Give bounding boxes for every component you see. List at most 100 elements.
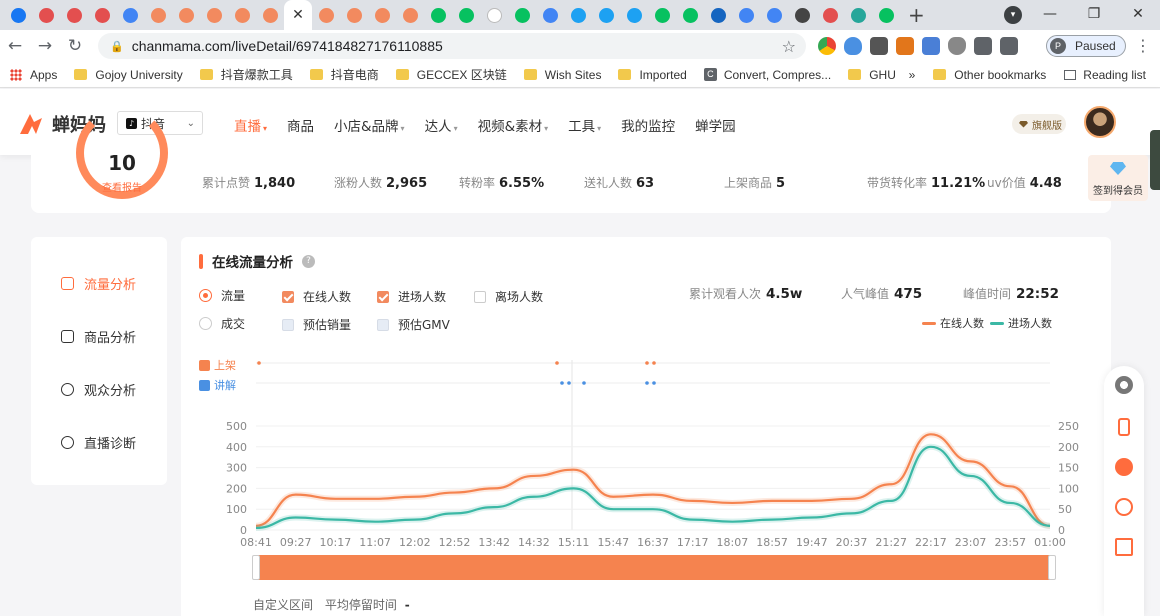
browser-tab[interactable] bbox=[564, 1, 592, 29]
forward-icon[interactable]: → bbox=[30, 36, 60, 56]
browser-tab[interactable] bbox=[340, 1, 368, 29]
browser-tab[interactable] bbox=[508, 1, 536, 29]
reading-list[interactable]: Reading list bbox=[1064, 68, 1146, 82]
browser-tab[interactable] bbox=[620, 1, 648, 29]
legend-entering[interactable]: 进场人数 bbox=[1008, 315, 1052, 331]
other-bookmarks[interactable]: Other bookmarks bbox=[933, 68, 1046, 82]
browser-tab[interactable] bbox=[256, 1, 284, 29]
browser-tab[interactable] bbox=[760, 1, 788, 29]
extensions-puzzle-icon[interactable] bbox=[974, 37, 992, 55]
browser-tab[interactable] bbox=[872, 1, 900, 29]
time-range-slider[interactable] bbox=[256, 555, 1052, 580]
vip-badge[interactable]: 旗舰版 bbox=[1012, 114, 1066, 134]
bookmark-star-icon[interactable]: ☆ bbox=[782, 37, 796, 56]
score-badge[interactable]: 10 查看报告 bbox=[76, 107, 168, 199]
custom-range-label[interactable]: 自定义区间 bbox=[253, 598, 313, 612]
support-icon[interactable] bbox=[1115, 498, 1133, 516]
minimize-icon[interactable]: — bbox=[1028, 0, 1072, 30]
range-handle-left[interactable] bbox=[252, 555, 260, 580]
nav-item[interactable]: 直播 ▾ bbox=[234, 115, 267, 135]
cloud-ext-icon[interactable] bbox=[844, 37, 862, 55]
help-icon[interactable]: ? bbox=[302, 254, 315, 268]
playlist-icon[interactable] bbox=[1000, 37, 1018, 55]
browser-tab[interactable] bbox=[32, 1, 60, 29]
legend-online[interactable]: 在线人数 bbox=[940, 315, 984, 331]
bookmark-item[interactable]: 抖音爆款工具 bbox=[199, 66, 293, 83]
browser-menu-icon[interactable]: ⋮ bbox=[1135, 36, 1151, 55]
browser-tab[interactable] bbox=[88, 1, 116, 29]
bookmark-item[interactable]: 抖音电商 bbox=[309, 66, 379, 83]
sidebar-item[interactable]: 流量分析 bbox=[61, 274, 136, 293]
close-window-icon[interactable]: ✕ bbox=[1116, 0, 1160, 30]
browser-tab[interactable] bbox=[816, 1, 844, 29]
bookmark-item[interactable]: Apps bbox=[10, 68, 57, 82]
reload-icon[interactable]: ↻ bbox=[60, 36, 90, 56]
metamask-icon[interactable] bbox=[896, 37, 914, 55]
nav-item[interactable]: 蝉学园 bbox=[695, 115, 736, 135]
bookmark-item[interactable]: Gojoy University bbox=[74, 68, 183, 82]
browser-tab[interactable] bbox=[480, 1, 508, 29]
nav-item[interactable]: 商品 bbox=[287, 115, 314, 135]
browser-tab[interactable] bbox=[228, 1, 256, 29]
sidebar-item[interactable]: 商品分析 bbox=[61, 327, 136, 346]
browser-tab[interactable] bbox=[648, 1, 676, 29]
bookmark-item[interactable]: Wish Sites bbox=[523, 68, 601, 82]
sidebar-item[interactable]: 观众分析 bbox=[61, 380, 136, 399]
shield-icon[interactable] bbox=[948, 37, 966, 55]
browser-tab[interactable] bbox=[116, 1, 144, 29]
back-icon[interactable]: ← bbox=[0, 36, 30, 56]
browser-tab[interactable] bbox=[312, 1, 340, 29]
restore-icon[interactable]: ❐ bbox=[1072, 0, 1116, 30]
browser-tab[interactable] bbox=[536, 1, 564, 29]
browser-tab[interactable] bbox=[144, 1, 172, 29]
omnibox[interactable]: 🔒 chanmama.com/liveDetail/69741848271761… bbox=[98, 33, 806, 59]
bookmarks-more[interactable]: » bbox=[909, 68, 916, 82]
bird-ext-icon[interactable] bbox=[870, 37, 888, 55]
bookmark-item[interactable]: GECCEX 区块链 bbox=[395, 66, 507, 83]
new-tab-icon[interactable]: + bbox=[908, 3, 925, 27]
browser-tab[interactable] bbox=[704, 1, 732, 29]
nav-item[interactable]: 视频&素材 ▾ bbox=[478, 115, 549, 135]
browser-tab[interactable] bbox=[424, 1, 452, 29]
nav-item[interactable]: 小店&品牌 ▾ bbox=[334, 115, 405, 135]
browser-tab[interactable] bbox=[452, 1, 480, 29]
bookmark-item[interactable]: Imported bbox=[618, 68, 687, 82]
browser-tab[interactable] bbox=[592, 1, 620, 29]
radio-deals[interactable]: 成交 bbox=[199, 315, 245, 332]
browser-tab[interactable] bbox=[368, 1, 396, 29]
nav-item[interactable]: 我的监控 bbox=[621, 115, 675, 135]
bookmark-item[interactable]: C Convert, Compres... bbox=[703, 68, 831, 82]
browser-tab[interactable] bbox=[4, 1, 32, 29]
bookmark-item[interactable]: GHU bbox=[848, 68, 896, 82]
browser-tab[interactable] bbox=[200, 1, 228, 29]
browser-tab[interactable] bbox=[676, 1, 704, 29]
tab-search-icon[interactable]: ▾ bbox=[1004, 6, 1022, 24]
nav-item[interactable]: 达人 ▾ bbox=[425, 115, 458, 135]
browser-tab[interactable] bbox=[396, 1, 424, 29]
qrcode-icon[interactable] bbox=[1115, 538, 1133, 556]
browser-tab[interactable] bbox=[844, 1, 872, 29]
checkbox-est-sales[interactable]: 预估销量 bbox=[282, 316, 351, 333]
checkbox-online-count[interactable]: 在线人数 bbox=[282, 288, 351, 305]
sidebar-item[interactable]: 直播诊断 bbox=[61, 433, 136, 452]
url-text[interactable]: chanmama.com/liveDetail/6974184827176110… bbox=[132, 38, 443, 54]
browser-tab[interactable] bbox=[172, 1, 200, 29]
checkbox-entering-count[interactable]: 进场人数 bbox=[377, 288, 446, 305]
signin-reward-button[interactable]: 签到得会员 bbox=[1088, 155, 1148, 201]
view-report-link[interactable]: 查看报告 bbox=[76, 179, 168, 194]
browser-tab[interactable] bbox=[732, 1, 760, 29]
weibo-icon[interactable] bbox=[1115, 458, 1133, 476]
radio-traffic[interactable]: 流量 bbox=[199, 287, 245, 304]
checkbox-leaving-count[interactable]: 离场人数 bbox=[474, 288, 543, 305]
nav-item[interactable]: 工具 ▾ bbox=[568, 115, 601, 135]
scrollbar-thumb[interactable] bbox=[1150, 130, 1160, 190]
active-tab-close-icon[interactable]: ✕ bbox=[284, 0, 312, 30]
user-avatar[interactable] bbox=[1084, 106, 1116, 138]
checkbox-est-gmv[interactable]: 预估GMV bbox=[377, 316, 450, 333]
close-tab-icon[interactable]: ✕ bbox=[292, 7, 304, 23]
browser-tab[interactable] bbox=[60, 1, 88, 29]
chrome-ext-icon[interactable] bbox=[818, 37, 836, 55]
browser-tab[interactable] bbox=[788, 1, 816, 29]
range-handle-right[interactable] bbox=[1048, 555, 1056, 580]
profile-button[interactable]: P Paused bbox=[1046, 35, 1126, 57]
